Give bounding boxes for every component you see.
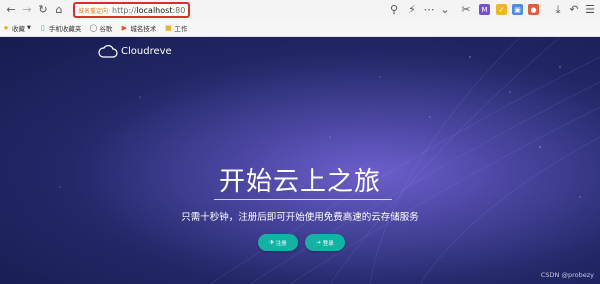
star-icon: ★ <box>2 24 10 32</box>
divider <box>214 199 392 200</box>
url-port: :80 <box>172 5 186 15</box>
login-button[interactable]: ➜ 登录 <box>305 234 345 251</box>
puzzle-icon[interactable]: ▣ <box>512 4 523 15</box>
bookmark-label: 工作 <box>174 25 188 33</box>
phone-icon: ▯ <box>40 24 45 32</box>
redirect-badge: 城名重定向 <box>78 7 109 15</box>
watermark: CSDN @probezy <box>540 271 594 279</box>
scissors-icon[interactable]: ✂ <box>458 2 474 18</box>
bookmark-label: 收藏 <box>12 25 25 33</box>
bookmark-label: 谷歌 <box>99 25 113 33</box>
bookmark-icon: ▶ <box>121 24 128 32</box>
forward-icon[interactable]: → <box>19 2 35 18</box>
chevron-down-icon[interactable]: ⌄ <box>437 2 453 18</box>
bookmark-google[interactable]: ◯ 谷歌 <box>89 23 112 33</box>
game-icon[interactable]: ● <box>528 4 539 15</box>
bookmark-mobile[interactable]: ▯ 手机收藏夹 <box>39 23 82 33</box>
download-icon[interactable]: ⤓ <box>550 2 566 18</box>
brand-logo[interactable]: Cloudreve <box>98 45 172 58</box>
menu-icon[interactable]: ☰ <box>582 2 598 18</box>
back-icon[interactable]: ← <box>3 2 19 18</box>
reload-icon[interactable]: ↻ <box>35 2 51 18</box>
cloud-icon <box>98 45 118 58</box>
address-bar[interactable]: 城名重定向 http:// localhost :80 <box>73 2 190 18</box>
bookmark-label: 手机收藏夹 <box>48 25 82 33</box>
bookmark-domain-tech[interactable]: ▶ 城名技术 <box>120 23 157 33</box>
brand-name: Cloudreve <box>121 46 172 57</box>
extension-icon[interactable]: M <box>479 4 490 15</box>
login-label: 登录 <box>322 240 334 247</box>
bookmarks-bar: ★ 收藏 ▼ ▯ 手机收藏夹 ◯ 谷歌 ▶ 城名技术 ■ 工作 <box>0 20 600 37</box>
bookmark-label: 城名技术 <box>130 25 157 33</box>
shield-icon[interactable]: ✓ <box>496 4 507 15</box>
undo-icon[interactable]: ↶ <box>566 2 582 18</box>
url-protocol: http:// <box>112 5 137 15</box>
caret-down-icon: ▼ <box>27 25 31 31</box>
bookmark-work[interactable]: ■ 工作 <box>164 23 187 33</box>
register-label: 注册 <box>275 240 287 247</box>
more-icon[interactable]: ⋯ <box>421 2 437 18</box>
lightning-icon[interactable]: ⚡ <box>404 2 420 18</box>
sign-in-icon: ➜ <box>316 239 321 246</box>
bookmark-favorites[interactable]: ★ 收藏 ▼ <box>2 23 31 33</box>
home-icon[interactable]: ⌂ <box>51 2 67 18</box>
hero-headline: 开始云上之旅 <box>218 167 381 197</box>
hero-section: Cloudreve 开始云上之旅 只需十秒钟，注册后即可开始使用免费高速的云存储… <box>0 37 600 284</box>
browser-toolbar: ← → ↻ ⌂ 城名重定向 http:// localhost :80 ⚲ ⚡ … <box>0 0 600 21</box>
user-plus-icon: ✚ <box>269 239 274 246</box>
folder-icon: ■ <box>165 24 172 32</box>
url-host: localhost <box>136 5 173 15</box>
globe-icon: ◯ <box>89 24 98 32</box>
register-button[interactable]: ✚ 注册 <box>258 234 298 251</box>
hero-subtitle: 只需十秒钟，注册后即可开始使用免费高速的云存储服务 <box>181 212 419 223</box>
search-icon[interactable]: ⚲ <box>386 2 402 18</box>
